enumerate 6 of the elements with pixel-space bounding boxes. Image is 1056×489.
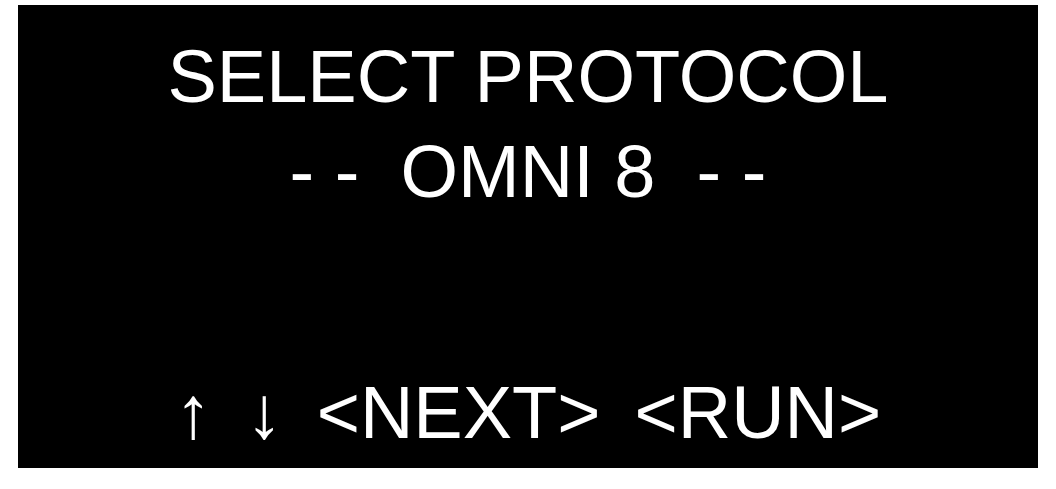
key-hint: <NEXT>	[316, 370, 601, 457]
key-hint: ↑	[174, 370, 212, 457]
screen-title: SELECT PROTOCOL	[167, 34, 889, 120]
key-hint: <RUN>	[634, 370, 882, 457]
protocol-selection: - - OMNI 8 - -	[289, 128, 767, 215]
key-hint: ↓	[245, 370, 283, 457]
